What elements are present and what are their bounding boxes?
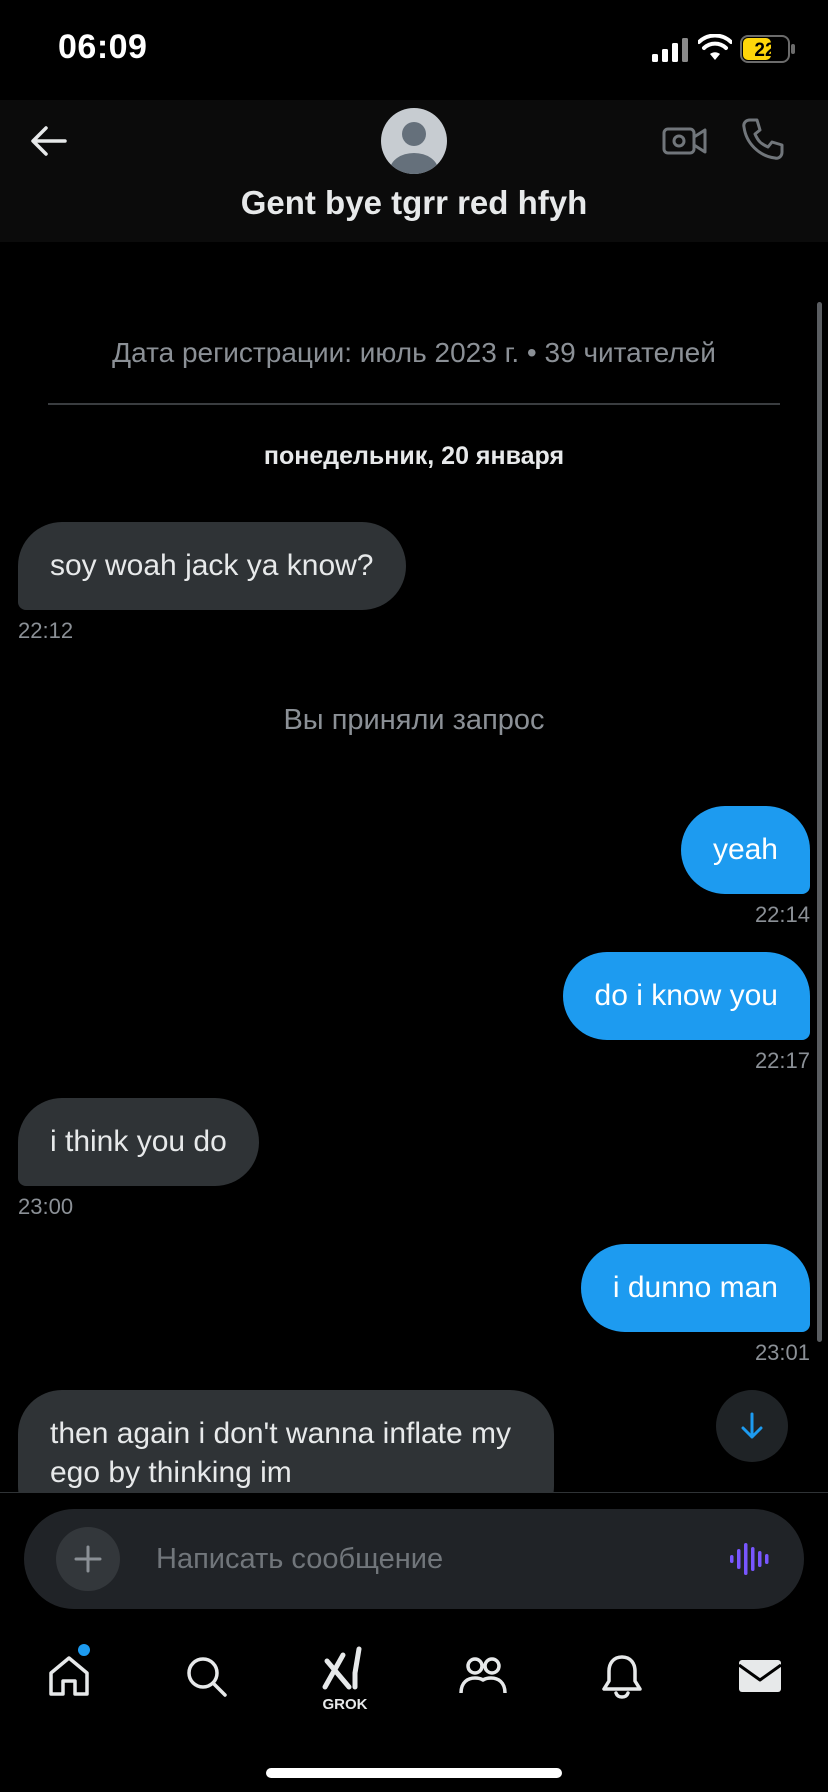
message-timestamp: 22:17 xyxy=(754,1048,810,1073)
message-bubble-incoming[interactable]: i think you do xyxy=(18,1098,259,1186)
message-timestamp: 23:00 xyxy=(18,1194,74,1219)
avatar[interactable] xyxy=(381,108,447,174)
mail-icon xyxy=(738,1660,782,1692)
battery-level: 22 xyxy=(754,40,775,61)
message-bubble-outgoing[interactable]: i dunno man xyxy=(580,1244,810,1332)
video-call-icon[interactable] xyxy=(662,118,708,164)
wifi-icon xyxy=(698,34,732,60)
composer xyxy=(24,1509,804,1609)
nav-communities[interactable] xyxy=(455,1648,511,1704)
scrollbar[interactable] xyxy=(817,302,822,1342)
date-separator: понедельник, 20 января xyxy=(263,442,565,470)
bell-icon xyxy=(602,1655,642,1699)
nav-notifications[interactable] xyxy=(594,1648,650,1704)
grok-label: GROK xyxy=(322,1696,368,1713)
message-timestamp: 22:12 xyxy=(18,618,74,643)
status-bar: 06:09 22 xyxy=(0,0,828,100)
back-button[interactable] xyxy=(26,118,72,164)
phone-call-icon[interactable] xyxy=(740,116,786,162)
battery-icon: 22 xyxy=(740,35,795,63)
divider xyxy=(48,403,780,405)
status-time: 06:09 xyxy=(58,28,148,66)
nav-grok[interactable] xyxy=(316,1640,372,1696)
voice-message-icon[interactable] xyxy=(728,1539,772,1579)
nav-messages[interactable] xyxy=(732,1648,788,1704)
cellular-signal-icon xyxy=(652,38,688,62)
home-icon xyxy=(49,1656,89,1696)
message-timestamp: 23:01 xyxy=(754,1340,810,1365)
chat-area[interactable]: Дата регистрации: июль 2023 г. • 39 чита… xyxy=(0,242,828,1492)
contact-name[interactable]: Gent bye tgrr red hfyh xyxy=(0,184,828,222)
nav-search[interactable] xyxy=(178,1648,234,1704)
plus-icon xyxy=(74,1545,102,1573)
message-bubble-incoming[interactable]: then again i don't wanna inflate my ego … xyxy=(18,1390,554,1492)
scroll-to-bottom-button[interactable] xyxy=(716,1390,788,1462)
arrow-left-icon xyxy=(31,126,67,156)
message-timestamp: 22:14 xyxy=(754,902,810,927)
nav-home[interactable] xyxy=(41,1648,97,1704)
composer-bar xyxy=(0,1492,828,1626)
search-icon xyxy=(187,1657,227,1697)
default-avatar-icon xyxy=(390,122,438,174)
communities-icon xyxy=(459,1657,507,1694)
message-input[interactable] xyxy=(156,1535,696,1583)
add-attachment-button[interactable] xyxy=(56,1527,120,1591)
message-bubble-outgoing[interactable]: do i know you xyxy=(562,952,810,1040)
conversation-header: Gent bye tgrr red hfyh xyxy=(0,100,828,242)
grok-icon xyxy=(322,1646,362,1690)
home-indicator[interactable] xyxy=(266,1768,562,1778)
message-bubble-outgoing[interactable]: yeah xyxy=(680,806,810,894)
message-bubble-incoming[interactable]: soy woah jack ya know? xyxy=(18,522,406,610)
registration-info: Дата регистрации: июль 2023 г. • 39 чита… xyxy=(112,337,716,368)
bottom-navigation: GROK xyxy=(0,1626,828,1792)
arrow-down-icon xyxy=(741,1412,763,1439)
request-accepted-notice: Вы приняли запрос xyxy=(283,704,545,736)
notification-dot xyxy=(78,1644,90,1656)
